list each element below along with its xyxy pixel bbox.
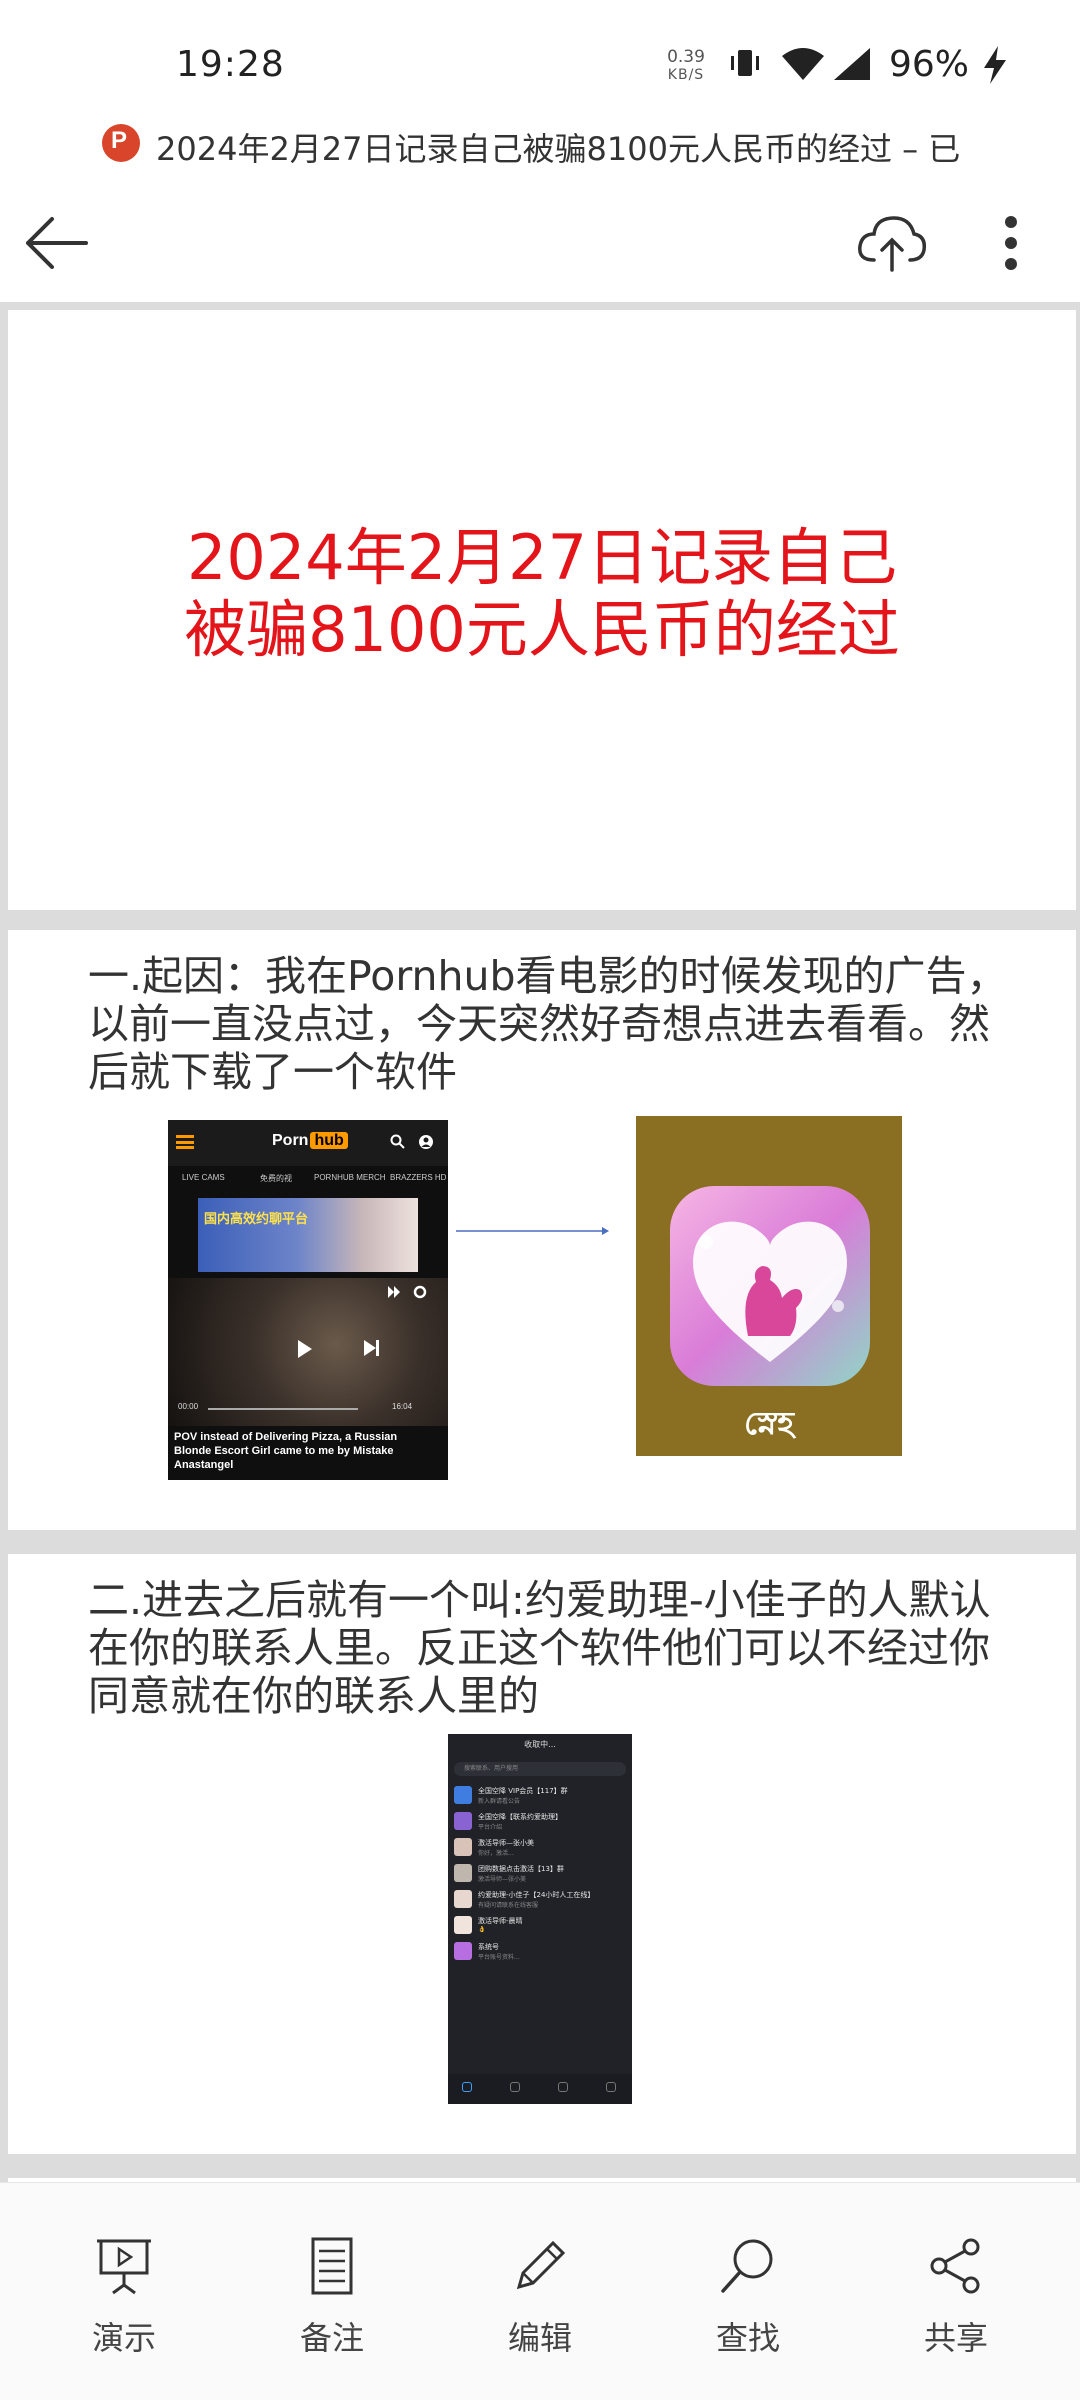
slide-3[interactable]: 二.进去之后就有一个叫:约爱助理-小佳子的人默认在你的联系人里。反正这个软件他们… — [8, 1554, 1076, 2154]
slide-3-body-text: 二.进去之后就有一个叫:约爱助理-小佳子的人默认在你的联系人里。反正这个软件他们… — [88, 1576, 991, 1720]
tab-me-icon — [606, 2082, 616, 2092]
chat-avatar — [454, 1838, 472, 1856]
share-button[interactable]: 共享 — [886, 2235, 1026, 2375]
ad-banner: 国内高效约聊平台 — [198, 1198, 418, 1272]
app-icon-image: স্নেহ — [636, 1116, 902, 1456]
slide-1-title-line-1: 2024年2月27日记录自己 — [186, 521, 898, 594]
cloud-upload-icon[interactable] — [854, 208, 930, 278]
chat-avatar — [454, 1812, 472, 1830]
top-toolbar — [0, 186, 1080, 298]
slide-1-title-line-2: 被骗8100元人民币的经过 — [184, 593, 900, 666]
network-speed: 0.39 KB/S — [662, 48, 710, 84]
wifi-icon — [782, 48, 824, 80]
site-search-icon — [390, 1134, 405, 1149]
tab-messages-icon — [462, 2082, 472, 2092]
slide-1-title: 2024年2月27日记录自己 被骗8100元人民币的经过 — [8, 522, 1076, 666]
notes-icon — [311, 2237, 353, 2295]
connector-arrow — [456, 1227, 609, 1235]
find-button[interactable]: 查找 — [678, 2235, 818, 2375]
clock-time: 19:28 — [176, 44, 285, 85]
chat-tabbar — [448, 2074, 632, 2104]
site-nav: LIVE CAMS 免费的视 PORNHUB MERCH BRAZZERS HD — [182, 1173, 447, 1183]
pencil-icon — [516, 2240, 566, 2290]
more-options-icon[interactable] — [994, 208, 1028, 278]
network-speed-value: 0.39 — [667, 47, 705, 67]
present-button[interactable]: 演示 — [54, 2235, 194, 2375]
search-icon — [721, 2239, 773, 2293]
chat-avatar — [454, 1786, 472, 1804]
powerpoint-icon: P — [102, 124, 140, 162]
bottom-action-bar: 演示 备注 编辑 查找 共享 — [0, 2182, 1080, 2400]
chat-avatar — [454, 1864, 472, 1882]
app-label: স্নেহ — [743, 1404, 795, 1442]
cellular-signal-icon — [834, 48, 870, 80]
share-icon — [930, 2238, 980, 2294]
tab-contacts-icon — [510, 2082, 520, 2092]
heart-couple-app-icon — [670, 1186, 870, 1386]
chat-avatar — [454, 1942, 472, 1960]
chat-row: 激活导师-晨晴 👌 — [448, 1914, 632, 1938]
chat-row: 系统号 平台账号资料... — [448, 1940, 632, 1964]
website-screenshot-image: Porn hub LIVE CAMS 免费的视 PORNHUB MERCH BRA… — [168, 1120, 448, 1480]
chat-avatar — [454, 1890, 472, 1908]
next-icon — [364, 1340, 379, 1356]
presentation-icon — [97, 2239, 151, 2295]
heart-icon — [693, 1221, 847, 1362]
video-seekbar — [208, 1408, 358, 1410]
video-controls-icon — [388, 1285, 427, 1299]
chat-row: 全国空降 VIP会员【117】群 新入群请看公告 — [448, 1784, 632, 1808]
play-icon — [298, 1340, 312, 1358]
tab-discover-icon — [558, 2082, 568, 2092]
notes-button[interactable]: 备注 — [262, 2235, 402, 2375]
site-header: Porn hub — [168, 1120, 448, 1166]
chat-avatar — [454, 1916, 472, 1934]
slide-1[interactable]: 2024年2月27日记录自己 被骗8100元人民币的经过 — [8, 310, 1076, 910]
chat-row: 全国空降【联系约爱助理】 平台介绍 — [448, 1810, 632, 1834]
chat-row: 激活导师—张小美 你好，激活... — [448, 1836, 632, 1860]
site-user-icon — [419, 1135, 433, 1149]
slide-2[interactable]: 一.起因：我在Pornhub看电影的时候发现的广告，以前一直没点过，今天突然好奇… — [8, 930, 1076, 1530]
chat-row: 团购数据点击激活【13】群 激活导师—张小美 — [448, 1862, 632, 1886]
back-arrow-icon[interactable] — [22, 208, 92, 278]
video-player: 00:00 16:04 — [168, 1278, 448, 1426]
charging-bolt-icon — [984, 46, 1006, 84]
chat-row: 约爱助理-小佳子【24小时人工在线】 有疑问请联系在线客服 — [448, 1888, 632, 1912]
document-title: 2024年2月27日记录自己被骗8100元人民币的经过 – 已 — [156, 130, 961, 168]
vibrate-icon — [731, 50, 759, 76]
video-caption: POV instead of Delivering Pizza, a Russi… — [174, 1431, 398, 1471]
site-logo: Porn hub — [272, 1132, 348, 1150]
network-speed-unit: KB/S — [667, 67, 705, 83]
document-title-bar: P 2024年2月27日记录自己被骗8100元人民币的经过 – 已 — [0, 118, 1080, 174]
status-bar: 19:28 0.39 KB/S 96% — [0, 0, 1080, 110]
chat-header: 收取中... — [524, 1740, 556, 1749]
chat-list-screenshot-image: 收取中... 搜索联系、用户搜用 全国空降 VIP会员【117】群 新入群请看公… — [448, 1734, 632, 2104]
slide-2-body-text: 一.起因：我在Pornhub看电影的时候发现的广告，以前一直没点过，今天突然好奇… — [88, 952, 1008, 1096]
edit-button[interactable]: 编辑 — [470, 2235, 610, 2375]
hamburger-menu-icon — [176, 1135, 194, 1149]
chat-search-box: 搜索联系、用户搜用 — [454, 1762, 626, 1776]
battery-percent: 96% — [889, 44, 970, 85]
slide-canvas[interactable]: 2024年2月27日记录自己 被骗8100元人民币的经过 一.起因：我在Porn… — [0, 302, 1080, 2182]
